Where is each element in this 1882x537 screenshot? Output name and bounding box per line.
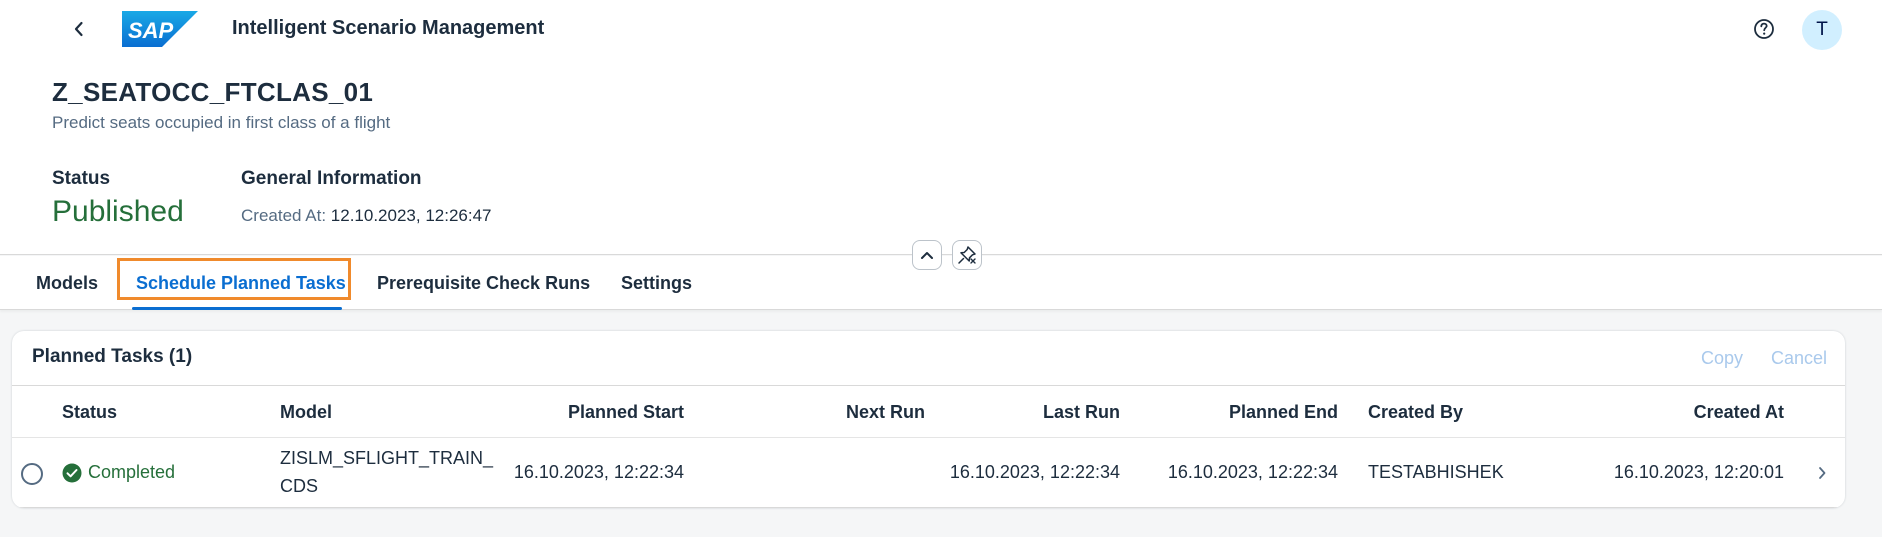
question-mark-icon [1754, 19, 1774, 39]
chevron-up-icon [921, 252, 933, 259]
shell-bar: SAP Intelligent Scenario Management T [0, 0, 1882, 58]
created-at-value: 12.10.2023, 12:26:47 [330, 206, 492, 225]
user-avatar[interactable]: T [1802, 10, 1842, 50]
tab-prerequisite-check-runs[interactable]: Prerequisite Check Runs [377, 256, 590, 310]
page-subtitle: Predict seats occupied in first class of… [52, 113, 391, 132]
model-cell-line2: CDS [280, 476, 319, 496]
tab-schedule-planned-tasks[interactable]: Schedule Planned Tasks [136, 256, 346, 310]
page-title: Z_SEATOCC_FTCLAS_01 [52, 77, 374, 107]
table-header: Status Model Planned Start Next Run Last… [12, 385, 1845, 438]
unpin-icon [958, 246, 976, 264]
status-cell: Completed [62, 462, 175, 483]
copy-button[interactable]: Copy [1701, 348, 1743, 369]
object-header: Z_SEATOCC_FTCLAS_01 Predict seats occupi… [0, 58, 1882, 255]
active-tab-indicator [132, 307, 342, 310]
checkmark-circle-icon [62, 463, 82, 482]
app-title: Intelligent Scenario Management [232, 17, 545, 39]
logo-text: SAP [128, 18, 174, 43]
row-navigation[interactable] [1812, 460, 1832, 486]
tab-settings[interactable]: Settings [621, 256, 692, 310]
cancel-button[interactable]: Cancel [1771, 348, 1827, 369]
general-information-label: General Information [241, 168, 422, 189]
planned-end-cell: 16.10.2023, 12:22:34 [1167, 462, 1338, 482]
planned-start-cell: 16.10.2023, 12:22:34 [513, 462, 684, 482]
planned-tasks-card: Planned Tasks (1) Copy Cancel Status Mod… [12, 331, 1845, 508]
sap-logo: SAP [122, 11, 198, 47]
created-at-cell: 16.10.2023, 12:20:01 [1613, 462, 1784, 482]
chevron-right-icon [1819, 467, 1826, 479]
column-header-last-run[interactable]: Last Run [920, 402, 1120, 423]
column-header-model[interactable]: Model [280, 402, 332, 423]
collapse-header-button[interactable] [912, 240, 942, 270]
table-row[interactable]: Completed ZISLM_SFLIGHT_TRAIN_ CDS 16.10… [12, 438, 1845, 508]
pin-header-button[interactable] [952, 240, 982, 270]
help-button[interactable] [1751, 16, 1777, 42]
tab-models[interactable]: Models [36, 256, 98, 310]
status-text: Completed [88, 462, 176, 482]
back-button[interactable] [64, 14, 94, 44]
status-label: Status [52, 168, 111, 189]
column-header-created-at[interactable]: Created At [1584, 402, 1784, 423]
model-cell-line1: ZISLM_SFLIGHT_TRAIN_ [280, 448, 494, 468]
column-header-next-run[interactable]: Next Run [725, 402, 925, 423]
column-header-created-by[interactable]: Created By [1368, 402, 1463, 423]
created-by-cell: TESTABHISHEK [1368, 462, 1504, 482]
column-header-planned-start[interactable]: Planned Start [484, 402, 684, 423]
row-select-radio[interactable] [21, 463, 43, 485]
status-value: Published [52, 195, 184, 228]
column-header-status[interactable]: Status [62, 402, 117, 423]
created-at-label: Created At: [241, 206, 327, 225]
created-at-field: Created At: 12.10.2023, 12:26:47 [241, 206, 492, 226]
chevron-left-icon [74, 21, 83, 37]
column-header-planned-end[interactable]: Planned End [1138, 402, 1338, 423]
planned-tasks-title: Planned Tasks (1) [32, 346, 193, 367]
last-run-cell: 16.10.2023, 12:22:34 [949, 462, 1120, 482]
